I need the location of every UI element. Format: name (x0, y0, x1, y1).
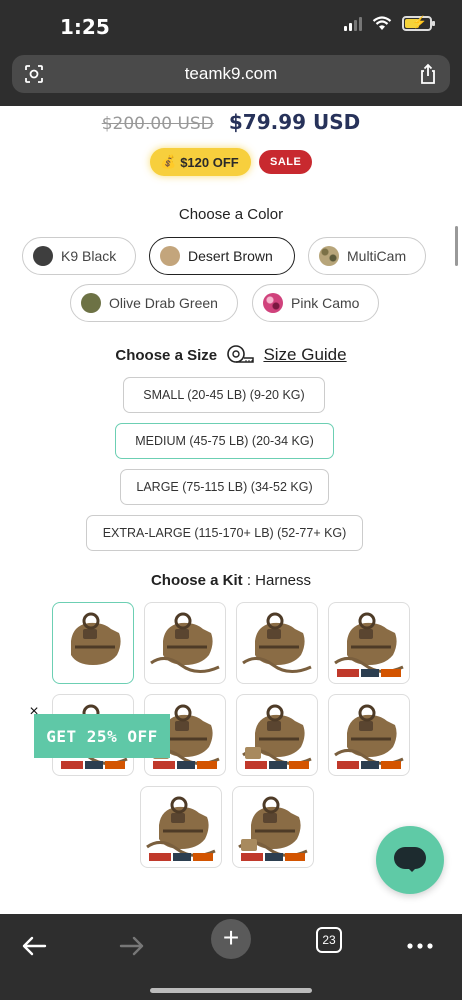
harness-kit-image (242, 704, 312, 769)
browser-top-bar: 1:25 ⚡ teamk9.com (0, 0, 462, 106)
size-option-large[interactable]: LARGE (75-115 LB) (34-52 KG) (120, 469, 329, 505)
original-price: $200.00 USD (101, 114, 214, 134)
more-dots-icon (407, 943, 433, 949)
kit-option-7[interactable] (236, 694, 318, 776)
color-option-olive-drab-green[interactable]: Olive Drab Green (70, 284, 238, 322)
close-icon[interactable]: × (25, 703, 43, 721)
kit-option-1[interactable] (52, 602, 134, 684)
kit-option-2[interactable] (144, 602, 226, 684)
chat-button[interactable] (376, 826, 444, 894)
tab-switcher-button[interactable]: 23 (316, 927, 342, 953)
home-indicator (150, 988, 312, 993)
arrow-right-icon (119, 936, 144, 956)
scroll-indicator (455, 226, 458, 266)
harness-kit-image (238, 796, 308, 861)
forward-button[interactable] (112, 926, 152, 966)
harness-kit-image (242, 612, 312, 673)
harness-kit-image (334, 704, 404, 769)
size-option-extra-large[interactable]: EXTRA-LARGE (115-170+ LB) (52-77+ KG) (86, 515, 363, 551)
sale-badge: SALE (259, 150, 313, 174)
kit-selected-value: Harness (255, 572, 312, 589)
status-icons: ⚡ (344, 15, 435, 31)
kit-option-9[interactable] (140, 786, 222, 868)
battery-icon: ⚡ (402, 15, 435, 31)
harness-kit-image (71, 612, 121, 665)
color-option-label: Pink Camo (291, 295, 360, 311)
kit-option-8[interactable] (328, 694, 410, 776)
color-swatch (263, 293, 283, 313)
product-page: $200.00 USD $79.99 USD 💰 $120 OFF SALE C… (0, 106, 462, 914)
url-text[interactable]: teamk9.com (12, 64, 450, 84)
price-row: $200.00 USD $79.99 USD (0, 110, 462, 134)
size-section-title: Choose a Size (115, 347, 218, 364)
size-section-header: Choose a Size Size Guide (0, 344, 462, 365)
get-discount-tab[interactable]: GET 25% OFF (34, 714, 170, 758)
color-option-label: Desert Brown (188, 248, 273, 264)
size-guide-link[interactable]: Size Guide (263, 345, 346, 364)
color-option-multicam[interactable]: MultiCam (308, 237, 426, 275)
harness-kit-image (334, 612, 404, 677)
share-icon[interactable] (418, 63, 438, 85)
url-bar[interactable]: teamk9.com (12, 55, 450, 93)
kit-option-10[interactable] (232, 786, 314, 868)
color-swatch (33, 246, 53, 266)
cellular-signal-icon (344, 16, 362, 31)
color-option-label: K9 Black (61, 248, 117, 264)
size-option-small[interactable]: SMALL (20-45 LB) (9-20 KG) (123, 377, 325, 413)
kit-section-separator: : (246, 572, 251, 589)
measuring-tape-icon (227, 345, 255, 363)
discount-badge-label: $120 OFF (180, 154, 239, 170)
color-swatch (160, 246, 180, 266)
status-time: 1:25 (60, 15, 110, 39)
kit-option-3[interactable] (236, 602, 318, 684)
harness-kit-image (146, 796, 216, 861)
kit-option-4[interactable] (328, 602, 410, 684)
color-option-k9-black[interactable]: K9 Black (22, 237, 136, 275)
more-menu-button[interactable] (400, 926, 440, 966)
color-option-label: Olive Drab Green (109, 295, 218, 311)
back-button[interactable] (14, 926, 54, 966)
discount-badge: 💰 $120 OFF (150, 148, 251, 176)
sale-price: $79.99 USD (228, 110, 361, 134)
new-tab-button[interactable]: + (211, 919, 251, 959)
kit-section-label: Choose a Kit (150, 572, 243, 589)
money-bag-icon: 💰 (160, 154, 177, 169)
color-option-desert-brown[interactable]: Desert Brown (149, 237, 295, 275)
wifi-icon (372, 16, 392, 30)
color-swatch (319, 246, 339, 266)
color-option-label: MultiCam (347, 248, 407, 264)
harness-kit-image (150, 612, 220, 673)
kit-section-title: Choose a Kit : Harness (0, 572, 462, 589)
color-option-pink-camo[interactable]: Pink Camo (252, 284, 379, 322)
arrow-left-icon (22, 936, 47, 956)
browser-bottom-toolbar: + 23 (0, 914, 462, 1000)
size-option-medium[interactable]: MEDIUM (45-75 LB) (20-34 KG) (115, 423, 334, 459)
color-swatch (81, 293, 101, 313)
color-section-title: Choose a Color (178, 206, 284, 223)
